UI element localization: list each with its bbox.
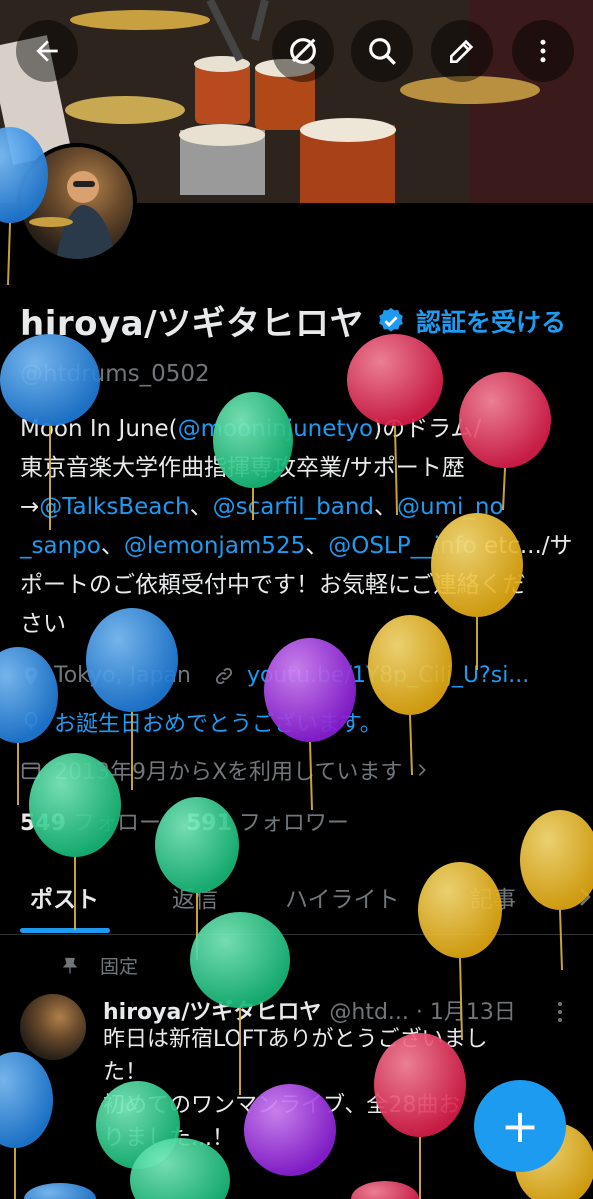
bio-mention-link[interactable]: @mooninjunetyo	[178, 416, 374, 442]
edit-button[interactable]	[431, 20, 493, 82]
balloon	[0, 1052, 53, 1199]
joined-text: 2013年9月からXを利用しています	[54, 760, 403, 785]
post-header: hiroya/ツギタヒロヤ @htd... · 1月13日	[103, 994, 516, 1026]
pinned-indicator: 固定	[60, 952, 138, 979]
more-vertical-icon	[540, 39, 546, 63]
profile-name: hiroya/ツギタヒロヤ	[20, 304, 365, 344]
following-link[interactable]: 549 フォロー	[20, 811, 161, 836]
grok-button[interactable]	[272, 20, 334, 82]
bio-text: さい	[20, 611, 66, 637]
following-label: フォロー	[72, 811, 161, 836]
avatar-photo	[29, 171, 116, 259]
post-line: た！	[103, 1060, 148, 1085]
profile-meta-row: Tokyo, Japan youtu.be/1Y8p_Cilj_U?si...	[20, 663, 529, 688]
post-meta: @htd... · 1月13日	[329, 1000, 516, 1025]
tab-highlights[interactable]: ハイライト	[285, 880, 400, 914]
website-link[interactable]: youtu.be/1Y8p_Cilj_U?si...	[247, 663, 529, 688]
joined-row: 2013年9月からXを利用しています	[20, 754, 430, 786]
bio-text: Moon In June(	[20, 416, 178, 442]
following-count: 549	[20, 811, 66, 836]
verified-badge-icon[interactable]	[376, 306, 406, 336]
bio-text: ポートのご依頼受付中です！お気軽にご連絡くだ	[20, 572, 526, 598]
compose-post-button[interactable]: +	[474, 1080, 566, 1172]
profile-handle: @htdrums_0502	[20, 361, 210, 387]
bio-text: 、	[189, 494, 213, 520]
birthday-text: お誕生日おめでとうございます。	[54, 712, 382, 737]
avatar[interactable]	[21, 147, 133, 259]
bio-text: 東京音楽大学作曲指揮専攻卒業/サポート歴	[20, 455, 465, 481]
post-line: 昨日は新宿LOFTありがとうございまし	[103, 1027, 488, 1052]
profile-name-row: hiroya/ツギタヒロヤ 認証を受ける	[20, 296, 566, 345]
search-icon	[369, 38, 396, 65]
followers-count: 591	[185, 811, 232, 836]
search-button[interactable]	[351, 20, 413, 82]
location-text: Tokyo, Japan	[54, 663, 191, 688]
chevron-right-icon	[580, 888, 591, 906]
profile-avatar-ring	[17, 143, 137, 263]
get-verified-link[interactable]: 認証を受ける	[416, 303, 566, 339]
back-button[interactable]	[16, 20, 78, 82]
bio-text: →	[20, 494, 40, 520]
bio-text: )のドラム/	[373, 416, 482, 442]
follow-counts: 549 フォロー 591 フォロワー	[20, 805, 349, 837]
tab-posts[interactable]: ポスト	[30, 880, 99, 914]
link-icon	[215, 667, 233, 684]
post-author[interactable]: hiroya/ツギタヒロヤ	[103, 994, 321, 1026]
balloon	[351, 1181, 419, 1199]
balloon	[24, 1183, 96, 1199]
bio-mention-link[interactable]: @OSLP__info	[328, 533, 477, 559]
arrow-left-icon	[36, 40, 58, 62]
birthday-row: お誕生日おめでとうございます。	[20, 706, 382, 738]
grok-icon	[290, 38, 316, 64]
bio-mention-link[interactable]: @umi_no	[397, 494, 504, 520]
bio-mention-link[interactable]: _sanpo	[20, 533, 101, 559]
pin-icon	[62, 957, 78, 973]
bio-text: 、	[374, 494, 397, 520]
post-avatar[interactable]	[20, 994, 86, 1060]
more-button[interactable]	[512, 20, 574, 82]
location-icon	[24, 666, 38, 685]
bio-text: 、	[305, 533, 329, 559]
chevron-right-icon[interactable]	[414, 762, 430, 778]
bio-text: 、	[100, 533, 124, 559]
balloon-icon	[24, 711, 38, 732]
bio-mention-link[interactable]: @scarfil_band	[213, 494, 374, 520]
tab-replies[interactable]: 返信	[172, 880, 218, 914]
edit-icon	[450, 39, 474, 63]
pinned-label: 固定	[100, 956, 139, 978]
calendar-icon	[21, 762, 41, 780]
active-tab-indicator	[20, 928, 110, 933]
bio-mention-link[interactable]: @lemonjam525	[124, 533, 305, 559]
bio-text: etc.../サ	[476, 533, 573, 559]
bio-mention-link[interactable]: @TalksBeach	[39, 494, 189, 520]
followers-link[interactable]: 591 フォロワー	[186, 811, 349, 836]
profile-bio: Moon In June(@mooninjunetyo)のドラム/ 東京音楽大学…	[20, 410, 576, 644]
profile-tabs: ポスト 返信 ハイライト 記事	[0, 862, 593, 935]
followers-label: フォロワー	[238, 811, 349, 836]
tab-articles[interactable]: 記事	[470, 880, 516, 914]
